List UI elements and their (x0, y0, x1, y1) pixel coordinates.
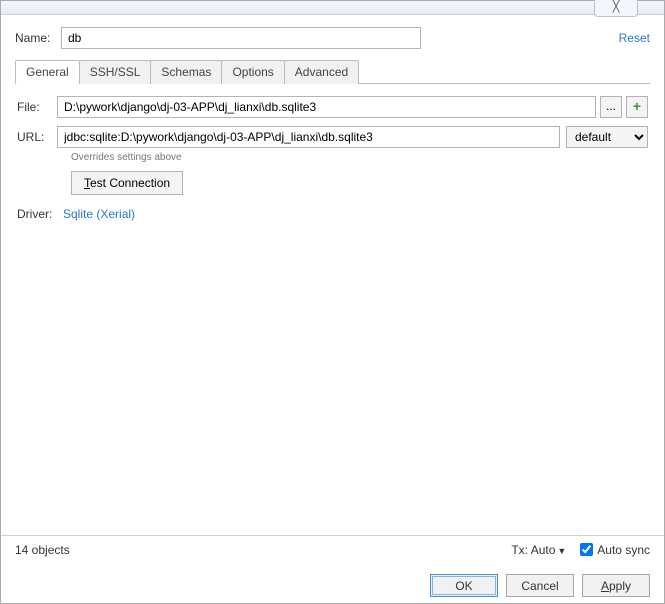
name-row: Name: Reset (15, 27, 650, 49)
url-label: URL: (17, 130, 57, 144)
ok-button[interactable]: OK (430, 574, 498, 597)
auto-sync-checkbox[interactable]: Auto sync (580, 543, 650, 557)
tab-schemas[interactable]: Schemas (150, 60, 222, 84)
tab-general[interactable]: General (15, 60, 80, 84)
file-label: File: (17, 100, 57, 114)
file-input[interactable] (57, 96, 596, 118)
tab-ssh-ssl[interactable]: SSH/SSL (79, 60, 152, 84)
url-row: URL: default (17, 126, 648, 148)
name-label: Name: (15, 31, 61, 45)
titlebar: ╳ (1, 1, 664, 15)
content-pane: Name: Reset General SSH/SSL Schemas Opti… (1, 15, 664, 221)
tab-bar: General SSH/SSL Schemas Options Advanced (15, 59, 650, 84)
apply-button[interactable]: Apply (582, 574, 650, 597)
cancel-button[interactable]: Cancel (506, 574, 574, 597)
general-panel: File: ... + URL: default Overrides setti… (15, 96, 650, 221)
status-bar: 14 objects Tx: Auto▼ Auto sync (1, 535, 664, 563)
reset-link[interactable]: Reset (619, 31, 650, 45)
driver-row: Driver: Sqlite (Xerial) (17, 207, 648, 221)
close-button[interactable]: ╳ (594, 0, 638, 17)
test-connection-button[interactable]: Test Connection (71, 171, 183, 195)
override-hint: Overrides settings above (71, 152, 648, 163)
file-row: File: ... + (17, 96, 648, 118)
add-file-button[interactable]: + (626, 96, 648, 118)
url-input[interactable] (57, 126, 560, 148)
tx-mode[interactable]: Tx: Auto▼ (511, 543, 566, 557)
browse-file-button[interactable]: ... (600, 96, 622, 118)
chevron-down-icon: ▼ (557, 546, 566, 556)
auto-sync-input[interactable] (580, 543, 593, 556)
tab-advanced[interactable]: Advanced (284, 60, 359, 84)
driver-link[interactable]: Sqlite (Xerial) (63, 207, 135, 221)
object-count: 14 objects (15, 543, 70, 557)
name-input[interactable] (61, 27, 421, 49)
dialog-button-bar: OK Cancel Apply (430, 574, 650, 597)
tab-options[interactable]: Options (221, 60, 284, 84)
driver-label: Driver: (17, 207, 57, 221)
url-mode-select[interactable]: default (566, 126, 648, 148)
